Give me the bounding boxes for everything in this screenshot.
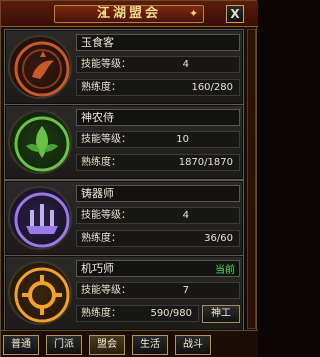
guild-skill-panel: ? ✦ ✦ 江湖盟会 X 玉食客 技能等级： 4 熟练度： 160/280: [0, 0, 258, 357]
gear-emblem-icon: [8, 261, 72, 325]
skill-card-farmer[interactable]: 神农侍 技能等级： 10 熟练度： 1870/1870: [4, 104, 244, 180]
skill-level-label: 技能等级：: [81, 210, 131, 221]
skill-name-text: 机巧师: [81, 262, 114, 275]
tab-guild[interactable]: 盟会: [89, 335, 125, 355]
skill-level-label: 技能等级：: [81, 134, 131, 145]
skill-level-value: 4: [182, 59, 189, 70]
panel-title: 江湖盟会: [96, 6, 161, 21]
skill-name: 玉食客: [76, 34, 240, 51]
forge-emblem-icon: [8, 186, 72, 250]
scrollbar[interactable]: [247, 29, 256, 329]
skill-level-row: 技能等级： 4: [76, 56, 240, 73]
skill-level-label: 技能等级：: [81, 59, 131, 70]
skill-name: 神农侍: [76, 109, 240, 126]
craft-button[interactable]: 神工: [202, 305, 240, 323]
fish-emblem-icon: [8, 35, 72, 99]
skill-level-row: 技能等级： 7: [76, 282, 240, 299]
skill-card-engineer[interactable]: 机巧师 当前 技能等级： 7 熟练度： 590/980 神工: [4, 255, 244, 331]
close-button[interactable]: X: [226, 5, 244, 23]
proficiency-label: 熟练度：: [81, 233, 121, 244]
proficiency-row: 熟练度： 160/280: [76, 79, 240, 96]
proficiency-value: 36/60: [204, 233, 233, 244]
skill-level-value: 4: [182, 210, 189, 221]
tab-life[interactable]: 生活: [132, 335, 168, 355]
skill-level-label: 技能等级：: [81, 285, 131, 296]
proficiency-row: 熟练度： 590/980: [76, 305, 199, 322]
skill-level-row: 技能等级： 4: [76, 207, 240, 224]
skill-level-value: 7: [182, 285, 189, 296]
category-tabs: 普通 门派 盟会 生活 战斗: [1, 330, 258, 357]
tab-sect[interactable]: 门派: [46, 335, 82, 355]
proficiency-label: 熟练度：: [81, 308, 121, 319]
title-bar: ? ✦ ✦ 江湖盟会 X: [1, 1, 258, 27]
proficiency-label: 熟练度：: [81, 157, 121, 168]
skill-level-value: 10: [176, 134, 189, 145]
skill-name: 铸器师: [76, 185, 240, 202]
proficiency-row: 熟练度： 1870/1870: [76, 154, 240, 171]
proficiency-label: 熟练度：: [81, 82, 121, 93]
tab-normal[interactable]: 普通: [3, 335, 39, 355]
skill-card-smith[interactable]: 铸器师 技能等级： 4 熟练度： 36/60: [4, 180, 244, 256]
tab-combat[interactable]: 战斗: [175, 335, 211, 355]
proficiency-value: 160/280: [191, 82, 233, 93]
proficiency-value: 590/980: [150, 308, 192, 319]
skill-name: 机巧师 当前: [76, 260, 240, 277]
proficiency-row: 熟练度： 36/60: [76, 230, 240, 247]
skill-level-row: 技能等级： 10: [76, 131, 240, 148]
skill-card-cook[interactable]: 玉食客 技能等级： 4 熟练度： 160/280: [4, 29, 244, 105]
proficiency-value: 1870/1870: [178, 157, 233, 168]
herb-emblem-icon: [8, 110, 72, 174]
current-status-badge: 当前: [215, 265, 235, 276]
